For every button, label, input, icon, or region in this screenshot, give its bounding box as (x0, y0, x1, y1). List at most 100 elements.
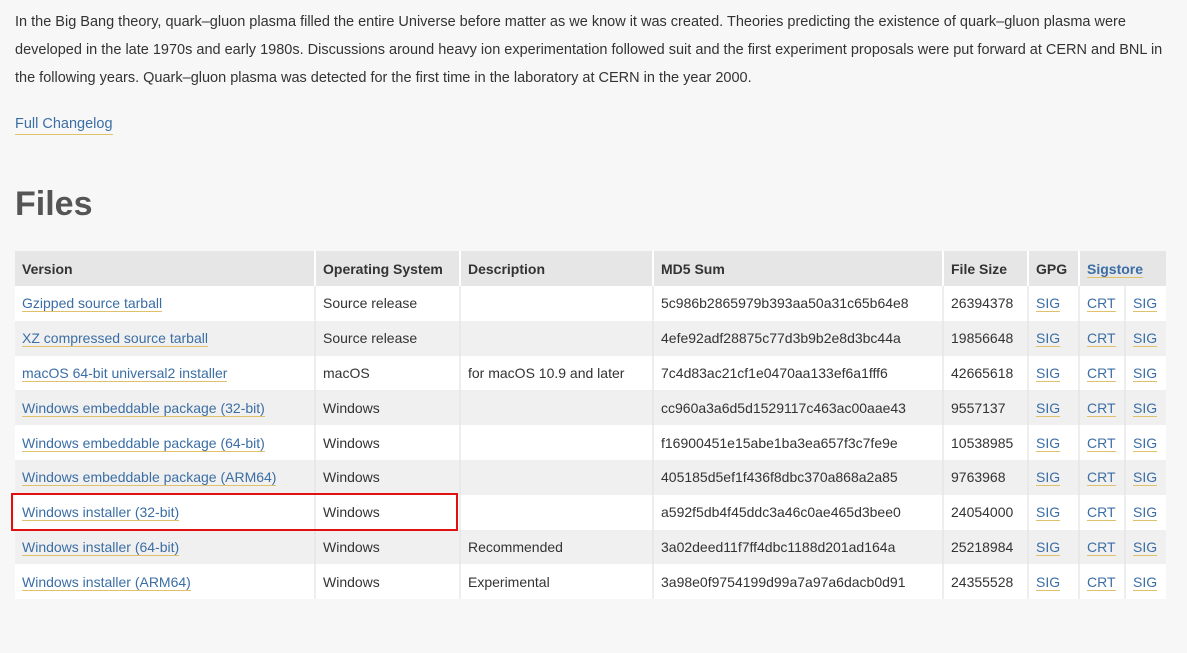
header-file-size: File Size (943, 251, 1029, 286)
download-cell: Windows embeddable package (ARM64) (15, 459, 316, 495)
sigstore-crt-link[interactable]: CRT (1087, 364, 1116, 382)
table-header-row: Version Operating System Description MD5… (15, 251, 1166, 286)
file-size-cell: 25218984 (943, 529, 1029, 565)
download-cell: Windows installer (ARM64) (15, 564, 316, 600)
file-size-cell: 9763968 (943, 459, 1029, 495)
sigstore-sig-link[interactable]: SIG (1133, 364, 1158, 382)
table-row: Gzipped source tarball Source release 5c98… (15, 286, 1166, 321)
gpg-sig-cell: SIG (1028, 529, 1080, 565)
download-link[interactable]: Windows embeddable package (64-bit) (22, 434, 265, 452)
download-cell: XZ compressed source tarball (15, 320, 316, 356)
gpg-sig-link[interactable]: SIG (1036, 504, 1061, 522)
sigstore-sig-cell: SIG (1125, 355, 1166, 391)
header-os: Operating System (315, 251, 461, 286)
download-link[interactable]: macOS 64-bit universal2 installer (22, 364, 228, 382)
page: In the Big Bang theory, quark–gluon plas… (0, 0, 1187, 653)
os-cell: Windows (315, 459, 461, 495)
sigstore-crt-link[interactable]: CRT (1087, 573, 1116, 591)
sigstore-crt-cell: CRT (1079, 425, 1126, 460)
gpg-sig-cell: SIG (1028, 286, 1080, 321)
description-cell: Recommended (460, 529, 654, 565)
sigstore-sig-cell: SIG (1125, 425, 1166, 460)
sigstore-sig-link[interactable]: SIG (1133, 504, 1158, 522)
md5-cell: a592f5db4f45ddc3a46c0ae465d3bee0 (653, 494, 944, 530)
download-link[interactable]: Windows installer (ARM64) (22, 573, 191, 591)
sigstore-sig-cell: SIG (1125, 459, 1166, 495)
sigstore-crt-link[interactable]: CRT (1087, 330, 1116, 348)
sigstore-crt-cell: CRT (1079, 286, 1126, 321)
file-size-cell: 9557137 (943, 390, 1029, 426)
gpg-sig-cell: SIG (1028, 355, 1080, 391)
sigstore-link[interactable]: Sigstore (1087, 260, 1144, 278)
sigstore-sig-link[interactable]: SIG (1133, 434, 1158, 452)
gpg-sig-link[interactable]: SIG (1036, 434, 1061, 452)
sigstore-crt-link[interactable]: CRT (1087, 434, 1116, 452)
sigstore-crt-cell: CRT (1079, 494, 1126, 530)
download-cell: Windows installer (32-bit) (15, 494, 316, 530)
sigstore-crt-cell: CRT (1079, 355, 1126, 391)
description-cell: for macOS 10.9 and later (460, 355, 654, 391)
table-row: Windows embeddable package (64-bit) Windo… (15, 425, 1166, 460)
gpg-sig-cell: SIG (1028, 564, 1080, 600)
os-cell: Windows (315, 494, 461, 530)
sigstore-sig-cell: SIG (1125, 390, 1166, 426)
sigstore-crt-link[interactable]: CRT (1087, 504, 1116, 522)
table-row: macOS 64-bit universal2 installer macOS fo… (15, 355, 1166, 391)
sigstore-sig-cell: SIG (1125, 320, 1166, 356)
header-version: Version (15, 251, 316, 286)
file-size-cell: 19856648 (943, 320, 1029, 356)
md5-cell: 4efe92adf28875c77d3b9b2e8d3bc44a (653, 320, 944, 356)
description-cell (460, 425, 654, 460)
gpg-sig-link[interactable]: SIG (1036, 469, 1061, 487)
sigstore-sig-link[interactable]: SIG (1133, 469, 1158, 487)
download-cell: Gzipped source tarball (15, 286, 316, 321)
header-description: Description (460, 251, 654, 286)
gpg-sig-link[interactable]: SIG (1036, 538, 1061, 556)
sigstore-sig-link[interactable]: SIG (1133, 573, 1158, 591)
sigstore-sig-link[interactable]: SIG (1133, 330, 1158, 348)
sigstore-sig-link[interactable]: SIG (1133, 538, 1158, 556)
md5-cell: 3a02deed11f7ff4dbc1188d201ad164a (653, 529, 944, 565)
os-cell: Windows (315, 529, 461, 565)
gpg-sig-link[interactable]: SIG (1036, 399, 1061, 417)
download-link[interactable]: Windows installer (32-bit) (22, 504, 180, 522)
files-table: Version Operating System Description MD5… (15, 251, 1166, 600)
sigstore-crt-link[interactable]: CRT (1087, 538, 1116, 556)
download-link[interactable]: Windows embeddable package (ARM64) (22, 469, 277, 487)
sigstore-sig-cell: SIG (1125, 529, 1166, 565)
gpg-sig-link[interactable]: SIG (1036, 364, 1061, 382)
md5-cell: 5c986b2865979b393aa50a31c65b64e8 (653, 286, 944, 321)
download-cell: Windows embeddable package (32-bit) (15, 390, 316, 426)
sigstore-crt-cell: CRT (1079, 390, 1126, 426)
sigstore-sig-link[interactable]: SIG (1133, 399, 1158, 417)
sigstore-crt-cell: CRT (1079, 320, 1126, 356)
table-row: Windows installer (32-bit) Windows a592f5d… (15, 494, 1166, 530)
table-row: Windows installer (ARM64) Windows Experime… (15, 564, 1166, 600)
md5-cell: f16900451e15abe1ba3ea657f3c7fe9e (653, 425, 944, 460)
file-size-cell: 24054000 (943, 494, 1029, 530)
header-gpg: GPG (1028, 251, 1080, 286)
gpg-sig-link[interactable]: SIG (1036, 330, 1061, 348)
table-row: XZ compressed source tarball Source relea… (15, 320, 1166, 356)
table-row: Windows embeddable package (ARM64) Window… (15, 459, 1166, 495)
description-cell (460, 459, 654, 495)
gpg-sig-link[interactable]: SIG (1036, 573, 1061, 591)
sigstore-crt-link[interactable]: CRT (1087, 469, 1116, 487)
os-cell: Source release (315, 320, 461, 356)
download-cell: macOS 64-bit universal2 installer (15, 355, 316, 391)
download-link[interactable]: Windows embeddable package (32-bit) (22, 399, 265, 417)
sigstore-crt-link[interactable]: CRT (1087, 295, 1116, 313)
sigstore-sig-link[interactable]: SIG (1133, 295, 1158, 313)
sigstore-crt-cell: CRT (1079, 459, 1126, 495)
file-size-cell: 10538985 (943, 425, 1029, 460)
full-changelog-link[interactable]: Full Changelog (15, 114, 113, 135)
download-link[interactable]: Windows installer (64-bit) (22, 538, 180, 556)
sigstore-crt-link[interactable]: CRT (1087, 399, 1116, 417)
gpg-sig-link[interactable]: SIG (1036, 295, 1061, 313)
download-link[interactable]: XZ compressed source tarball (22, 330, 208, 348)
md5-cell: 405185d5ef1f436f8dbc370a868a2a85 (653, 459, 944, 495)
download-link[interactable]: Gzipped source tarball (22, 295, 163, 313)
gpg-sig-cell: SIG (1028, 425, 1080, 460)
os-cell: Windows (315, 425, 461, 460)
header-sigstore: Sigstore (1079, 251, 1166, 286)
